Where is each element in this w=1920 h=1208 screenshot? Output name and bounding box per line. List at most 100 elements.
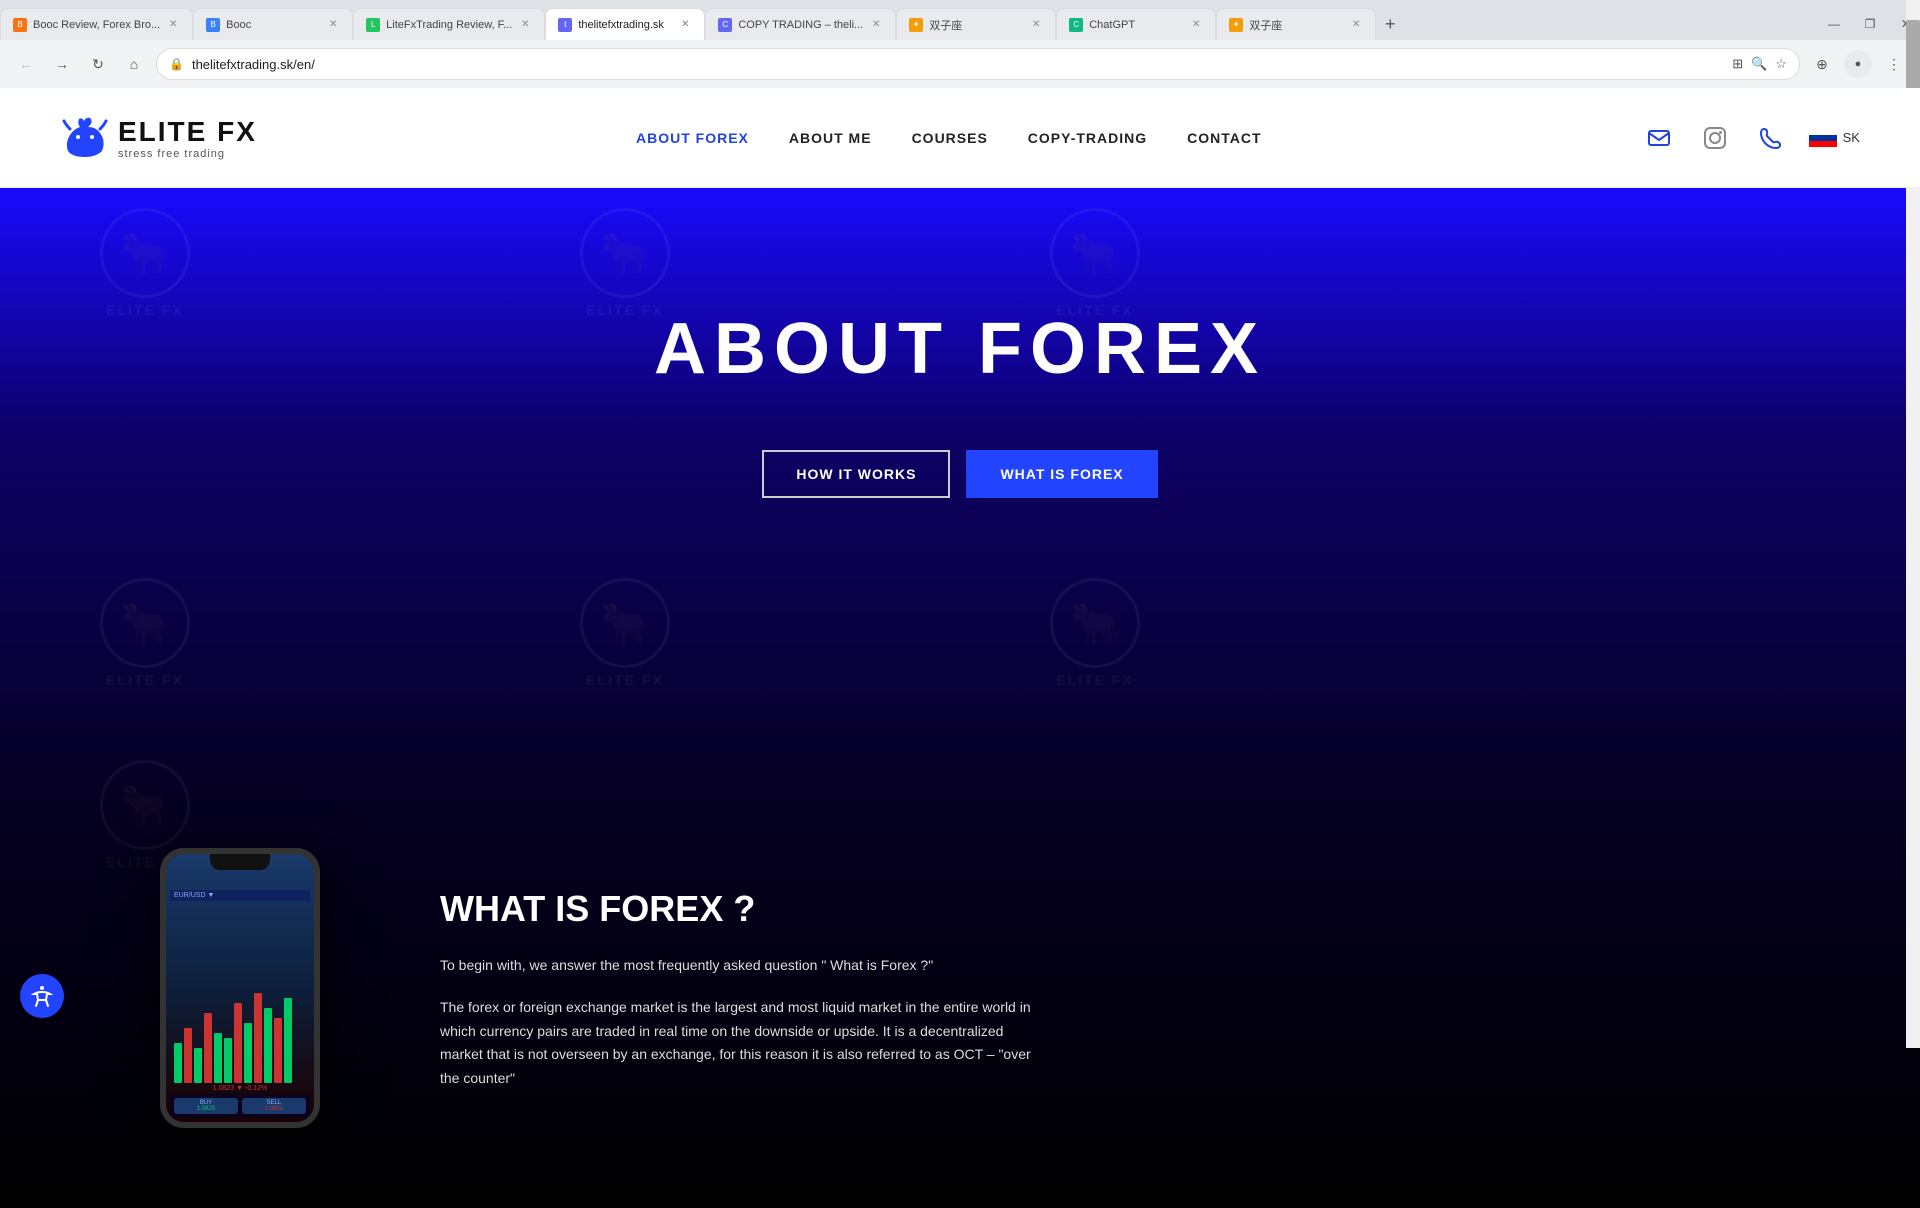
nav-contact[interactable]: CONTACT [1187, 130, 1261, 146]
tab-8[interactable]: ✦ 双子座 ✕ [1216, 8, 1376, 40]
nav-copy-trading[interactable]: COPY-TRADING [1028, 130, 1147, 146]
tab-7[interactable]: C ChatGPT ✕ [1056, 8, 1216, 40]
menu-button[interactable]: ⋮ [1880, 50, 1908, 78]
nav-about-me[interactable]: ABOUT ME [789, 130, 872, 146]
tab-2-title: Booc [226, 19, 320, 31]
candle [224, 1038, 232, 1083]
candle [244, 1023, 252, 1083]
candle [234, 1003, 242, 1083]
phone-screen: EUR/USD ▼ [166, 854, 314, 1122]
tab-5-title: COPY TRADING – theli... [738, 19, 863, 31]
tab-1-close[interactable]: ✕ [166, 18, 180, 32]
hero-buttons: HOW IT WORKS WHAT IS FOREX [762, 450, 1157, 498]
browser-chrome: B Booc Review, Forex Bro... ✕ B Booc ✕ L… [0, 0, 1920, 88]
reload-button[interactable]: ↻ [84, 50, 112, 78]
phone-notch [210, 854, 270, 870]
phone-icon-button[interactable] [1753, 120, 1789, 156]
logo-text-area: ELITE FX stress free trading [118, 116, 257, 160]
tab-3[interactable]: L LiteFxTrading Review, F... ✕ [353, 8, 545, 40]
bookmark-icon[interactable]: ☆ [1775, 56, 1787, 72]
candle [184, 1028, 192, 1083]
forex-para2: The forex or foreign exchange market is … [440, 996, 1040, 1091]
tab-3-title: LiteFxTrading Review, F... [386, 19, 512, 31]
bg-logo-4: 🐂 ELITE FX [100, 578, 190, 688]
tab-6-close[interactable]: ✕ [1029, 18, 1043, 32]
tab-7-close[interactable]: ✕ [1189, 18, 1203, 32]
candle [254, 993, 262, 1083]
minimize-button[interactable]: — [1820, 10, 1848, 38]
tab-6-title: 双子座 [929, 17, 1023, 33]
tab-8-title: 双子座 [1249, 17, 1343, 33]
tab-2-close[interactable]: ✕ [326, 18, 340, 32]
logo-name: ELITE FX [118, 116, 257, 148]
candle [174, 1043, 182, 1083]
language-selector[interactable]: SK [1809, 129, 1860, 147]
tab-1-title: Booc Review, Forex Bro... [33, 19, 160, 31]
address-text: thelitefxtrading.sk/en/ [192, 57, 1724, 72]
candle [194, 1048, 202, 1083]
hero-title: ABOUT FOREX [654, 308, 1266, 390]
restore-button[interactable]: ❐ [1856, 10, 1884, 38]
bg-logo-1: 🐂 ELITE FX [100, 208, 190, 318]
nav-courses[interactable]: COURSES [912, 130, 988, 146]
tab-2[interactable]: B Booc ✕ [193, 8, 353, 40]
profile-button[interactable]: ● [1844, 50, 1872, 78]
website: ELITE FX stress free trading ABOUT FOREX… [0, 88, 1920, 1208]
logo-bull-icon [60, 113, 110, 163]
bg-logo-2: 🐂 ELITE FX [580, 208, 670, 318]
bg-logo-6: 🐂 ELITE FX [1050, 578, 1140, 688]
chart-area: 1.0823 ▼ -0.12% [170, 901, 310, 1094]
tab-4-title: thelitefxtrading.sk [578, 19, 672, 31]
phone-mockup: EUR/USD ▼ [160, 848, 360, 1128]
tab-6[interactable]: ✦ 双子座 ✕ [896, 8, 1056, 40]
tab-8-close[interactable]: ✕ [1349, 18, 1363, 32]
logo-area[interactable]: ELITE FX stress free trading [60, 113, 257, 163]
what-is-forex-button[interactable]: WHAT IS FOREX [966, 450, 1157, 498]
instagram-icon-button[interactable] [1697, 120, 1733, 156]
forex-para1: To begin with, we answer the most freque… [440, 954, 1040, 978]
phone-frame: EUR/USD ▼ [160, 848, 320, 1128]
tab-4[interactable]: t thelitefxtrading.sk ✕ [545, 8, 705, 40]
browser-controls-bar: ← → ↻ ⌂ 🔒 thelitefxtrading.sk/en/ ⊞ 🔍 ☆ … [0, 40, 1920, 88]
nav-icons: SK [1641, 120, 1860, 156]
lang-label: SK [1843, 130, 1860, 145]
what-is-forex-section: 🐂 ELITE FX EUR/USD ▼ [0, 808, 1920, 1208]
translate-icon[interactable]: ⊞ [1732, 56, 1743, 72]
candle [214, 1033, 222, 1083]
back-button[interactable]: ← [12, 50, 40, 78]
how-it-works-button[interactable]: HOW IT WORKS [762, 450, 950, 498]
flag-icon [1809, 129, 1837, 147]
extension-button[interactable]: ⊕ [1808, 50, 1836, 78]
tab-5[interactable]: C COPY TRADING – theli... ✕ [705, 8, 896, 40]
forex-content: WHAT IS FOREX ? To begin with, we answer… [440, 888, 1760, 1091]
zoom-icon[interactable]: 🔍 [1751, 56, 1767, 72]
forex-section-title: WHAT IS FOREX ? [440, 888, 1760, 930]
nav-links: ABOUT FOREX ABOUT ME COURSES COPY-TRADIN… [636, 130, 1262, 146]
candle [274, 1018, 282, 1083]
candle-chart [170, 963, 310, 1083]
bg-logo-5: 🐂 ELITE FX [580, 578, 670, 688]
lock-icon: 🔒 [169, 57, 184, 71]
logo-tagline: stress free trading [118, 148, 257, 160]
navbar: ELITE FX stress free trading ABOUT FOREX… [0, 88, 1920, 188]
candle [284, 998, 292, 1083]
hero-section: 🐂 ELITE FX 🐂 ELITE FX 🐂 ELITE FX 🐂 ELITE… [0, 188, 1920, 808]
bg-logo-3: 🐂 ELITE FX [1050, 208, 1140, 318]
tab-5-close[interactable]: ✕ [869, 18, 883, 32]
tab-7-title: ChatGPT [1089, 19, 1183, 31]
candle [264, 1008, 272, 1083]
tab-1[interactable]: B Booc Review, Forex Bro... ✕ [0, 8, 193, 40]
candle [204, 1013, 212, 1083]
email-icon-button[interactable] [1641, 120, 1677, 156]
window-controls: — ❐ ✕ [1820, 10, 1920, 38]
new-tab-button[interactable]: + [1376, 10, 1404, 38]
home-button[interactable]: ⌂ [120, 50, 148, 78]
tab-bar: B Booc Review, Forex Bro... ✕ B Booc ✕ L… [0, 0, 1920, 40]
address-bar[interactable]: 🔒 thelitefxtrading.sk/en/ ⊞ 🔍 ☆ [156, 48, 1800, 80]
browser-actions: ⊕ ● ⋮ [1808, 50, 1908, 78]
tab-3-close[interactable]: ✕ [518, 18, 532, 32]
nav-about-forex[interactable]: ABOUT FOREX [636, 130, 749, 146]
forward-button[interactable]: → [48, 50, 76, 78]
tab-4-close[interactable]: ✕ [678, 18, 692, 32]
accessibility-button[interactable] [20, 974, 64, 1018]
